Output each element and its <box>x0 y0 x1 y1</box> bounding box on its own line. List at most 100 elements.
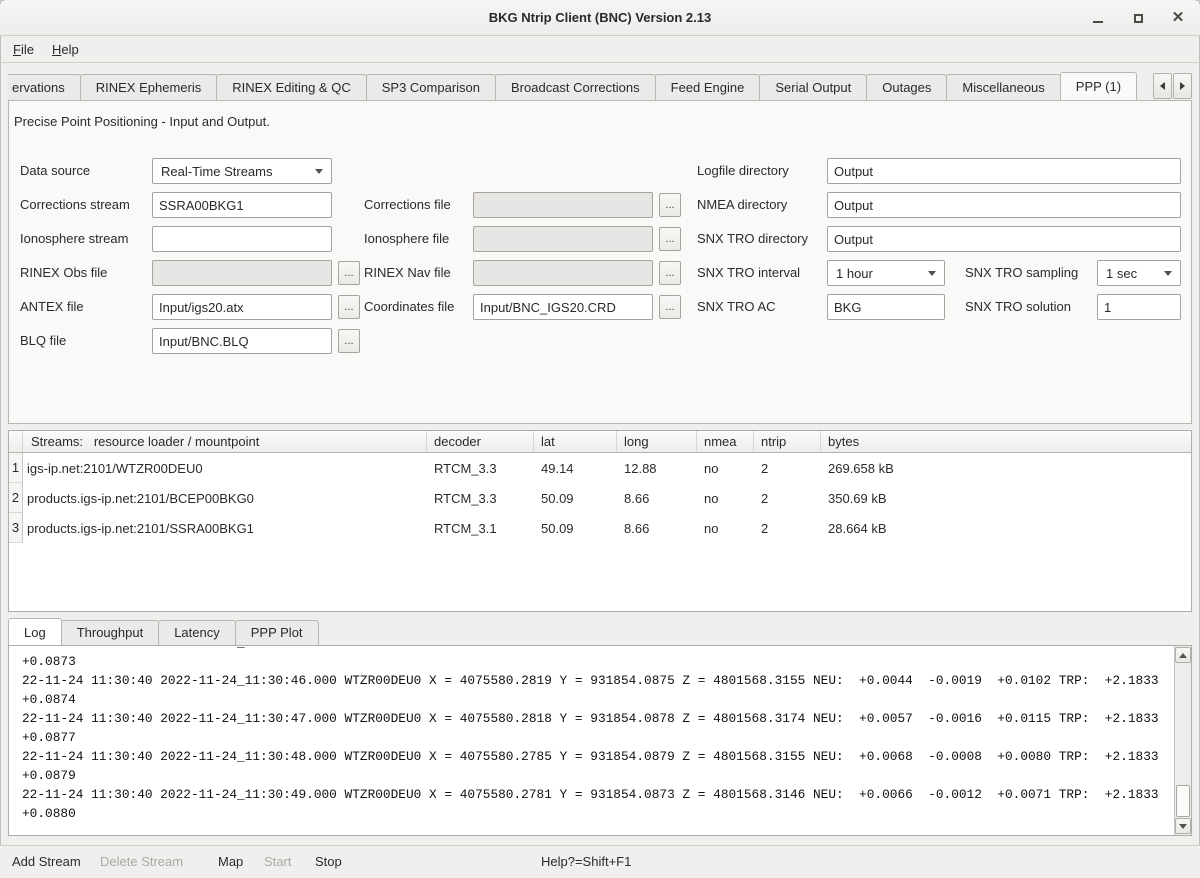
tab-ppp-1[interactable]: PPP (1) <box>1060 72 1137 100</box>
log-line: +0.0879 <box>22 766 1173 785</box>
rinex-nav-browse-button[interactable]: ... <box>659 261 681 285</box>
tab-miscellaneous[interactable]: Miscellaneous <box>946 74 1060 100</box>
ntrip-cell: 2 <box>754 513 821 543</box>
chevron-left-icon <box>1160 82 1165 90</box>
ionosphere-file-browse-button[interactable]: ... <box>659 227 681 251</box>
corrections-stream-label: Corrections stream <box>20 197 130 212</box>
tab-latency[interactable]: Latency <box>158 620 236 645</box>
rinex-obs-browse-button[interactable]: ... <box>338 261 360 285</box>
tab-log[interactable]: Log <box>8 618 62 645</box>
corrections-file-input <box>473 192 653 218</box>
log-scrollbar[interactable] <box>1174 646 1191 835</box>
coordinates-file-label: Coordinates file <box>364 299 454 314</box>
long-cell: 8.66 <box>617 513 697 543</box>
tab-scroll-left-button[interactable] <box>1153 73 1172 99</box>
bytes-cell: 28.664 kB <box>821 513 1191 543</box>
antex-file-input[interactable] <box>152 294 332 320</box>
rinex-nav-file-label: RINEX Nav file <box>364 265 451 280</box>
snx-tro-directory-label: SNX TRO directory <box>697 231 808 246</box>
corrections-file-browse-button[interactable]: ... <box>659 193 681 217</box>
column-header-mountpoint[interactable]: Streams: resource loader / mountpoint <box>23 431 427 452</box>
rinex-obs-file-input <box>152 260 332 286</box>
lat-cell: 50.09 <box>534 513 617 543</box>
snx-tro-solution-input[interactable] <box>1097 294 1181 320</box>
streams-table: Streams: resource loader / mountpoint de… <box>8 430 1192 612</box>
log-line: +0.0877 <box>22 728 1173 747</box>
map-button[interactable]: Map <box>218 846 243 878</box>
streams-rows: 1igs-ip.net:2101/WTZR00DEU0RTCM_3.349.14… <box>9 453 1191 543</box>
chevron-down-icon <box>1164 271 1172 276</box>
ionosphere-stream-input[interactable] <box>152 226 332 252</box>
snx-tro-sampling-select[interactable]: 1 sec <box>1097 260 1181 286</box>
tab-rinex-ephemeris[interactable]: RINEX Ephemeris <box>80 74 217 100</box>
table-row[interactable]: 1igs-ip.net:2101/WTZR00DEU0RTCM_3.349.14… <box>9 453 1191 483</box>
log-line: +0.0880 <box>22 804 1173 823</box>
tab-rinex-editing-qc[interactable]: RINEX Editing & QC <box>216 74 367 100</box>
decoder-cell: RTCM_3.3 <box>427 483 534 513</box>
stop-button[interactable]: Stop <box>315 846 342 878</box>
scrollbar-thumb[interactable] <box>1176 785 1190 817</box>
menu-bar: File Help <box>0 36 1200 63</box>
window-controls: ✕ <box>1090 0 1186 36</box>
column-header-ntrip[interactable]: ntrip <box>754 431 821 452</box>
blq-file-input[interactable] <box>152 328 332 354</box>
ntrip-cell: 2 <box>754 483 821 513</box>
lat-cell: 50.09 <box>534 483 617 513</box>
row-number: 1 <box>9 453 23 483</box>
corrections-stream-input[interactable] <box>152 192 332 218</box>
tab-throughput[interactable]: Throughput <box>61 620 160 645</box>
minimize-button[interactable] <box>1090 10 1106 26</box>
tab-bar: ervationsRINEX EphemerisRINEX Editing & … <box>8 72 1192 100</box>
snx-tro-ac-input[interactable] <box>827 294 945 320</box>
snx-tro-sampling-label: SNX TRO sampling <box>965 265 1078 280</box>
tab-broadcast-corrections[interactable]: Broadcast Corrections <box>495 74 656 100</box>
tab-outages[interactable]: Outages <box>866 74 947 100</box>
close-button[interactable]: ✕ <box>1170 10 1186 26</box>
rinex-nav-file-input <box>473 260 653 286</box>
tab-ppp-plot[interactable]: PPP Plot <box>235 620 319 645</box>
snx-tro-directory-input[interactable] <box>827 226 1181 252</box>
scroll-up-button[interactable] <box>1175 647 1191 663</box>
ionosphere-file-input <box>473 226 653 252</box>
add-stream-button[interactable]: Add Stream <box>12 846 81 878</box>
column-header-nmea[interactable]: nmea <box>697 431 754 452</box>
window-title: BKG Ntrip Client (BNC) Version 2.13 <box>489 10 711 25</box>
coordinates-file-input[interactable] <box>473 294 653 320</box>
coordinates-browse-button[interactable]: ... <box>659 295 681 319</box>
snx-tro-ac-label: SNX TRO AC <box>697 299 776 314</box>
blq-file-label: BLQ file <box>20 333 66 348</box>
logfile-directory-label: Logfile directory <box>697 163 789 178</box>
ionosphere-file-label: Ionosphere file <box>364 231 449 246</box>
table-row[interactable]: 2 products.igs-ip.net:2101/BCEP00BKG0RTCM… <box>9 483 1191 513</box>
snx-tro-interval-label: SNX TRO interval <box>697 265 800 280</box>
tab-serial-output[interactable]: Serial Output <box>759 74 867 100</box>
tab-scroll-right-button[interactable] <box>1173 73 1192 99</box>
menu-item-file[interactable]: File <box>7 39 40 60</box>
menu-item-help[interactable]: Help <box>46 39 85 60</box>
tab-feed-engine[interactable]: Feed Engine <box>655 74 761 100</box>
corrections-file-label: Corrections file <box>364 197 451 212</box>
scroll-down-button[interactable] <box>1175 818 1191 834</box>
maximize-button[interactable] <box>1130 10 1146 26</box>
arrow-down-icon <box>1179 824 1187 829</box>
long-cell: 8.66 <box>617 483 697 513</box>
snx-tro-interval-select[interactable]: 1 hour <box>827 260 945 286</box>
streams-table-header: Streams: resource loader / mountpoint de… <box>9 431 1191 453</box>
blq-browse-button[interactable]: ... <box>338 329 360 353</box>
table-row[interactable]: 3products.igs-ip.net:2101/SSRA00BKG1RTCM… <box>9 513 1191 543</box>
nmea-directory-input[interactable] <box>827 192 1181 218</box>
column-header-bytes[interactable]: bytes <box>821 431 1191 452</box>
log-line: 22-11-24 11:30:40 2022-11-24_11:30:48.00… <box>22 747 1173 766</box>
decoder-cell: RTCM_3.1 <box>427 513 534 543</box>
panel-description: Precise Point Positioning - Input and Ou… <box>14 114 270 129</box>
nmea-cell: no <box>697 513 754 543</box>
tab-ervations[interactable]: ervations <box>8 74 81 100</box>
column-header-decoder[interactable]: decoder <box>427 431 534 452</box>
column-header-lat[interactable]: lat <box>534 431 617 452</box>
logfile-directory-input[interactable] <box>827 158 1181 184</box>
column-header-long[interactable]: long <box>617 431 697 452</box>
tab-sp3-comparison[interactable]: SP3 Comparison <box>366 74 496 100</box>
antex-browse-button[interactable]: ... <box>338 295 360 319</box>
data-source-select[interactable]: Real-Time Streams <box>152 158 332 184</box>
mountpoint-cell: products.igs-ip.net:2101/BCEP00BKG0 <box>23 483 427 513</box>
